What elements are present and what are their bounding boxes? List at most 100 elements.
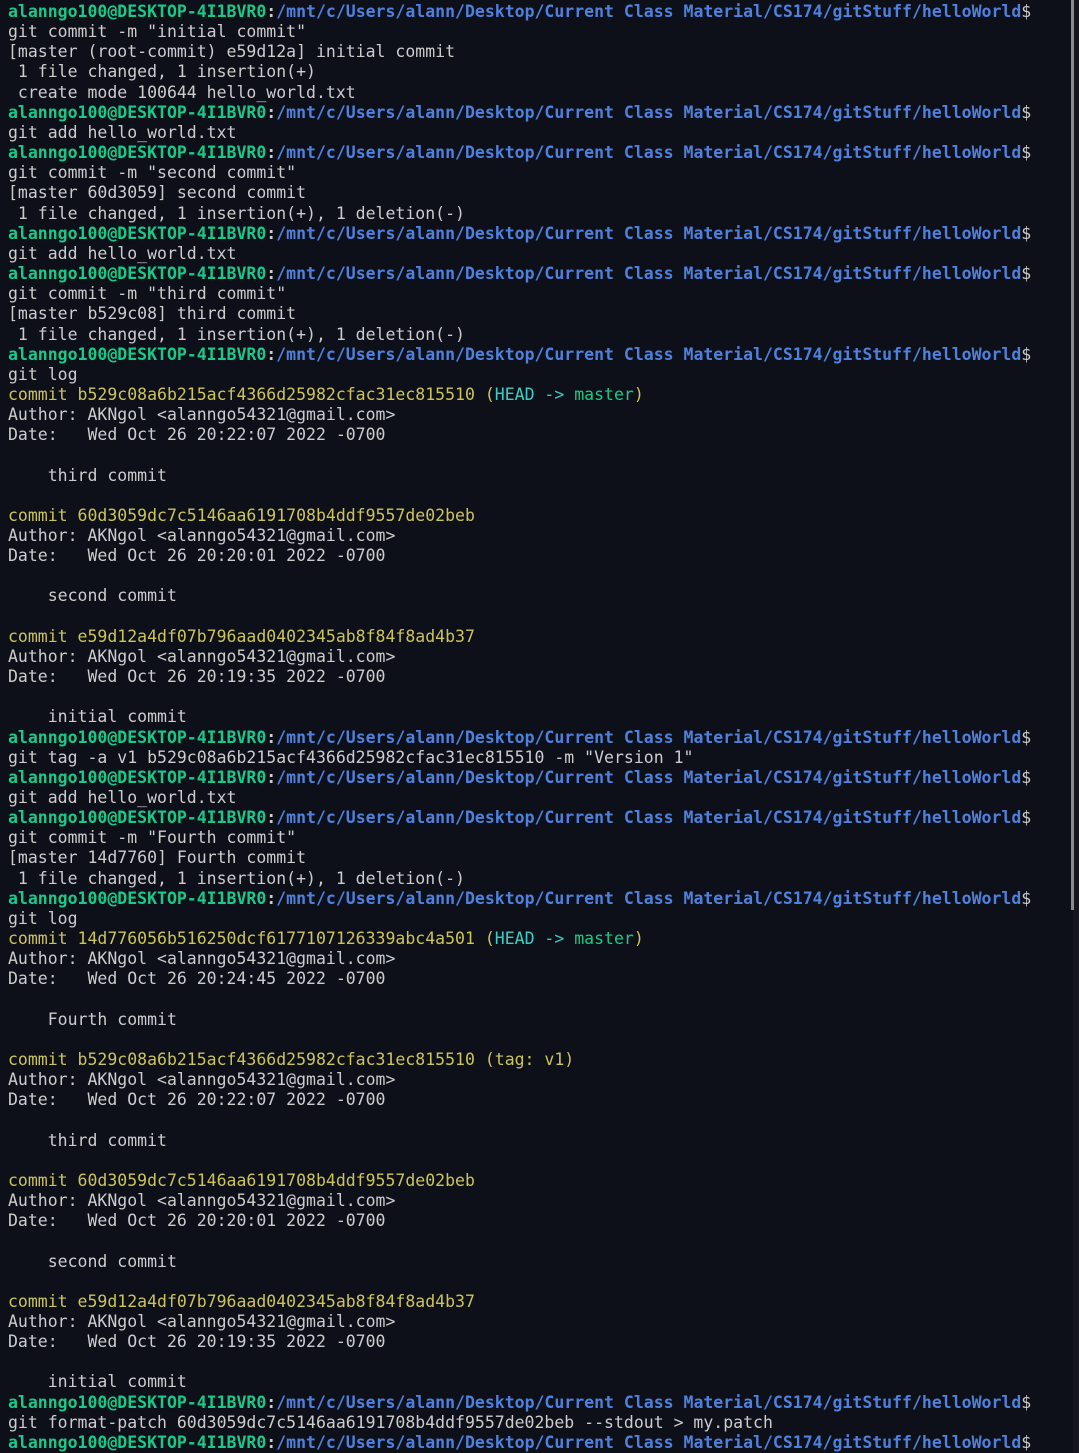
terminal-line: commit 14d776056b516250dcf6177107126339a… [8,929,1065,949]
text-segment: commit e59d12a4df07b796aad0402345ab8f84f… [8,1292,475,1311]
prompt-user-host: alanngo100@DESKTOP-4I1BVR0 [8,889,266,908]
text-segment: Author: AKNgol <alanngo54321@gmail.com> [8,1070,395,1089]
prompt-dollar: $ [1021,728,1031,747]
text-segment: Fourth commit [8,1010,177,1029]
scrollbar-thumb[interactable] [1071,0,1074,910]
prompt-user-host: alanngo100@DESKTOP-4I1BVR0 [8,224,266,243]
terminal-line: initial commit [8,1372,1065,1392]
text-segment [564,929,574,948]
prompt-path: /mnt/c/Users/alann/Desktop/Current Class… [276,1433,1021,1452]
terminal-screen[interactable]: alanngo100@DESKTOP-4I1BVR0:/mnt/c/Users/… [8,2,1065,1453]
text-segment: commit 60d3059dc7c5146aa6191708b4ddf9557… [8,506,475,525]
terminal-blank-line [8,607,1065,627]
prompt-dollar: $ [1021,808,1031,827]
prompt-path: /mnt/c/Users/alann/Desktop/Current Class… [276,1393,1021,1412]
text-segment: 1 file changed, 1 insertion(+), 1 deleti… [8,869,465,888]
text-segment: Author: AKNgol <alanngo54321@gmail.com> [8,405,395,424]
prompt-line: alanngo100@DESKTOP-4I1BVR0:/mnt/c/Users/… [8,264,1065,284]
prompt-path: /mnt/c/Users/alann/Desktop/Current Class… [276,808,1021,827]
text-segment: commit b529c08a6b215acf4366d25982cfac31e… [8,385,495,404]
terminal-line: Date: Wed Oct 26 20:19:35 2022 -0700 [8,667,1065,687]
prompt-separator: : [266,224,276,243]
terminal-line: [master 14d7760] Fourth commit [8,848,1065,868]
terminal-line: [master (root-commit) e59d12a] initial c… [8,42,1065,62]
terminal-line: git commit -m "second commit" [8,163,1065,183]
text-segment [564,385,574,404]
terminal-blank-line [8,486,1065,506]
prompt-user-host: alanngo100@DESKTOP-4I1BVR0 [8,1393,266,1412]
terminal-line: Author: AKNgol <alanngo54321@gmail.com> [8,647,1065,667]
prompt-line: alanngo100@DESKTOP-4I1BVR0:/mnt/c/Users/… [8,1393,1065,1413]
prompt-user-host: alanngo100@DESKTOP-4I1BVR0 [8,2,266,21]
text-segment: git add hello_world.txt [8,123,236,142]
prompt-separator: : [266,264,276,283]
terminal-line: commit 60d3059dc7c5146aa6191708b4ddf9557… [8,506,1065,526]
prompt-separator: : [266,889,276,908]
prompt-line: alanngo100@DESKTOP-4I1BVR0:/mnt/c/Users/… [8,768,1065,788]
terminal-line: Date: Wed Oct 26 20:24:45 2022 -0700 [8,969,1065,989]
terminal-blank-line [8,1272,1065,1292]
text-segment: git commit -m "initial commit" [8,22,306,41]
prompt-dollar: $ [1021,264,1031,283]
text-segment: git log [8,365,78,384]
text-segment: create mode 100644 hello_world.txt [8,83,356,102]
text-segment: [master 60d3059] second commit [8,183,306,202]
terminal-line: create mode 100644 hello_world.txt [8,83,1065,103]
terminal-line: git add hello_world.txt [8,123,1065,143]
prompt-dollar: $ [1021,345,1031,364]
terminal-blank-line [8,566,1065,586]
terminal-blank-line [8,1352,1065,1372]
prompt-line: alanngo100@DESKTOP-4I1BVR0:/mnt/c/Users/… [8,808,1065,828]
terminal-line: commit e59d12a4df07b796aad0402345ab8f84f… [8,627,1065,647]
prompt-separator: : [266,1433,276,1452]
text-segment: Date: Wed Oct 26 20:20:01 2022 -0700 [8,546,386,565]
prompt-dollar: $ [1021,768,1031,787]
prompt-dollar: $ [1021,143,1031,162]
prompt-line: alanngo100@DESKTOP-4I1BVR0:/mnt/c/Users/… [8,103,1065,123]
text-segment: Date: Wed Oct 26 20:19:35 2022 -0700 [8,1332,386,1351]
prompt-user-host: alanngo100@DESKTOP-4I1BVR0 [8,264,266,283]
terminal-line: git tag -a v1 b529c08a6b215acf4366d25982… [8,748,1065,768]
terminal-line: Date: Wed Oct 26 20:20:01 2022 -0700 [8,546,1065,566]
prompt-dollar: $ [1021,1393,1031,1412]
terminal-blank-line [8,687,1065,707]
terminal-line: commit 60d3059dc7c5146aa6191708b4ddf9557… [8,1171,1065,1191]
prompt-user-host: alanngo100@DESKTOP-4I1BVR0 [8,768,266,787]
text-segment: second commit [8,586,177,605]
text-segment: git add hello_world.txt [8,244,236,263]
prompt-line: alanngo100@DESKTOP-4I1BVR0:/mnt/c/Users/… [8,143,1065,163]
prompt-dollar: $ [1021,2,1031,21]
terminal-blank-line [8,1231,1065,1251]
text-segment: Author: AKNgol <alanngo54321@gmail.com> [8,1312,395,1331]
text-segment: initial commit [8,1372,187,1391]
terminal-line: [master 60d3059] second commit [8,183,1065,203]
text-segment: [master b529c08] third commit [8,304,296,323]
text-segment: 1 file changed, 1 insertion(+), 1 deleti… [8,325,465,344]
text-segment: git tag -a v1 b529c08a6b215acf4366d25982… [8,748,693,767]
terminal-line: commit b529c08a6b215acf4366d25982cfac31e… [8,1050,1065,1070]
terminal-blank-line [8,1151,1065,1171]
text-segment: git log [8,909,78,928]
terminal-line: Author: AKNgol <alanngo54321@gmail.com> [8,405,1065,425]
text-segment: git commit -m "second commit" [8,163,296,182]
text-segment: initial commit [8,707,187,726]
terminal-line: git add hello_world.txt [8,788,1065,808]
text-segment: commit 60d3059dc7c5146aa6191708b4ddf9557… [8,1171,475,1190]
prompt-dollar: $ [1021,1433,1031,1452]
prompt-path: /mnt/c/Users/alann/Desktop/Current Class… [276,264,1021,283]
text-segment: second commit [8,1252,177,1271]
text-segment: ) [634,385,644,404]
prompt-dollar: $ [1021,103,1031,122]
prompt-line: alanngo100@DESKTOP-4I1BVR0:/mnt/c/Users/… [8,1433,1065,1453]
terminal-line: git format-patch 60d3059dc7c5146aa619170… [8,1413,1065,1433]
terminal-line: second commit [8,1252,1065,1272]
text-segment: HEAD -> [495,385,565,404]
text-segment: git format-patch 60d3059dc7c5146aa619170… [8,1413,773,1432]
terminal-line: second commit [8,586,1065,606]
prompt-separator: : [266,808,276,827]
prompt-dollar: $ [1021,889,1031,908]
text-segment: third commit [8,466,167,485]
text-segment: [master (root-commit) e59d12a] initial c… [8,42,455,61]
terminal-blank-line [8,1110,1065,1130]
terminal-line: Date: Wed Oct 26 20:20:01 2022 -0700 [8,1211,1065,1231]
